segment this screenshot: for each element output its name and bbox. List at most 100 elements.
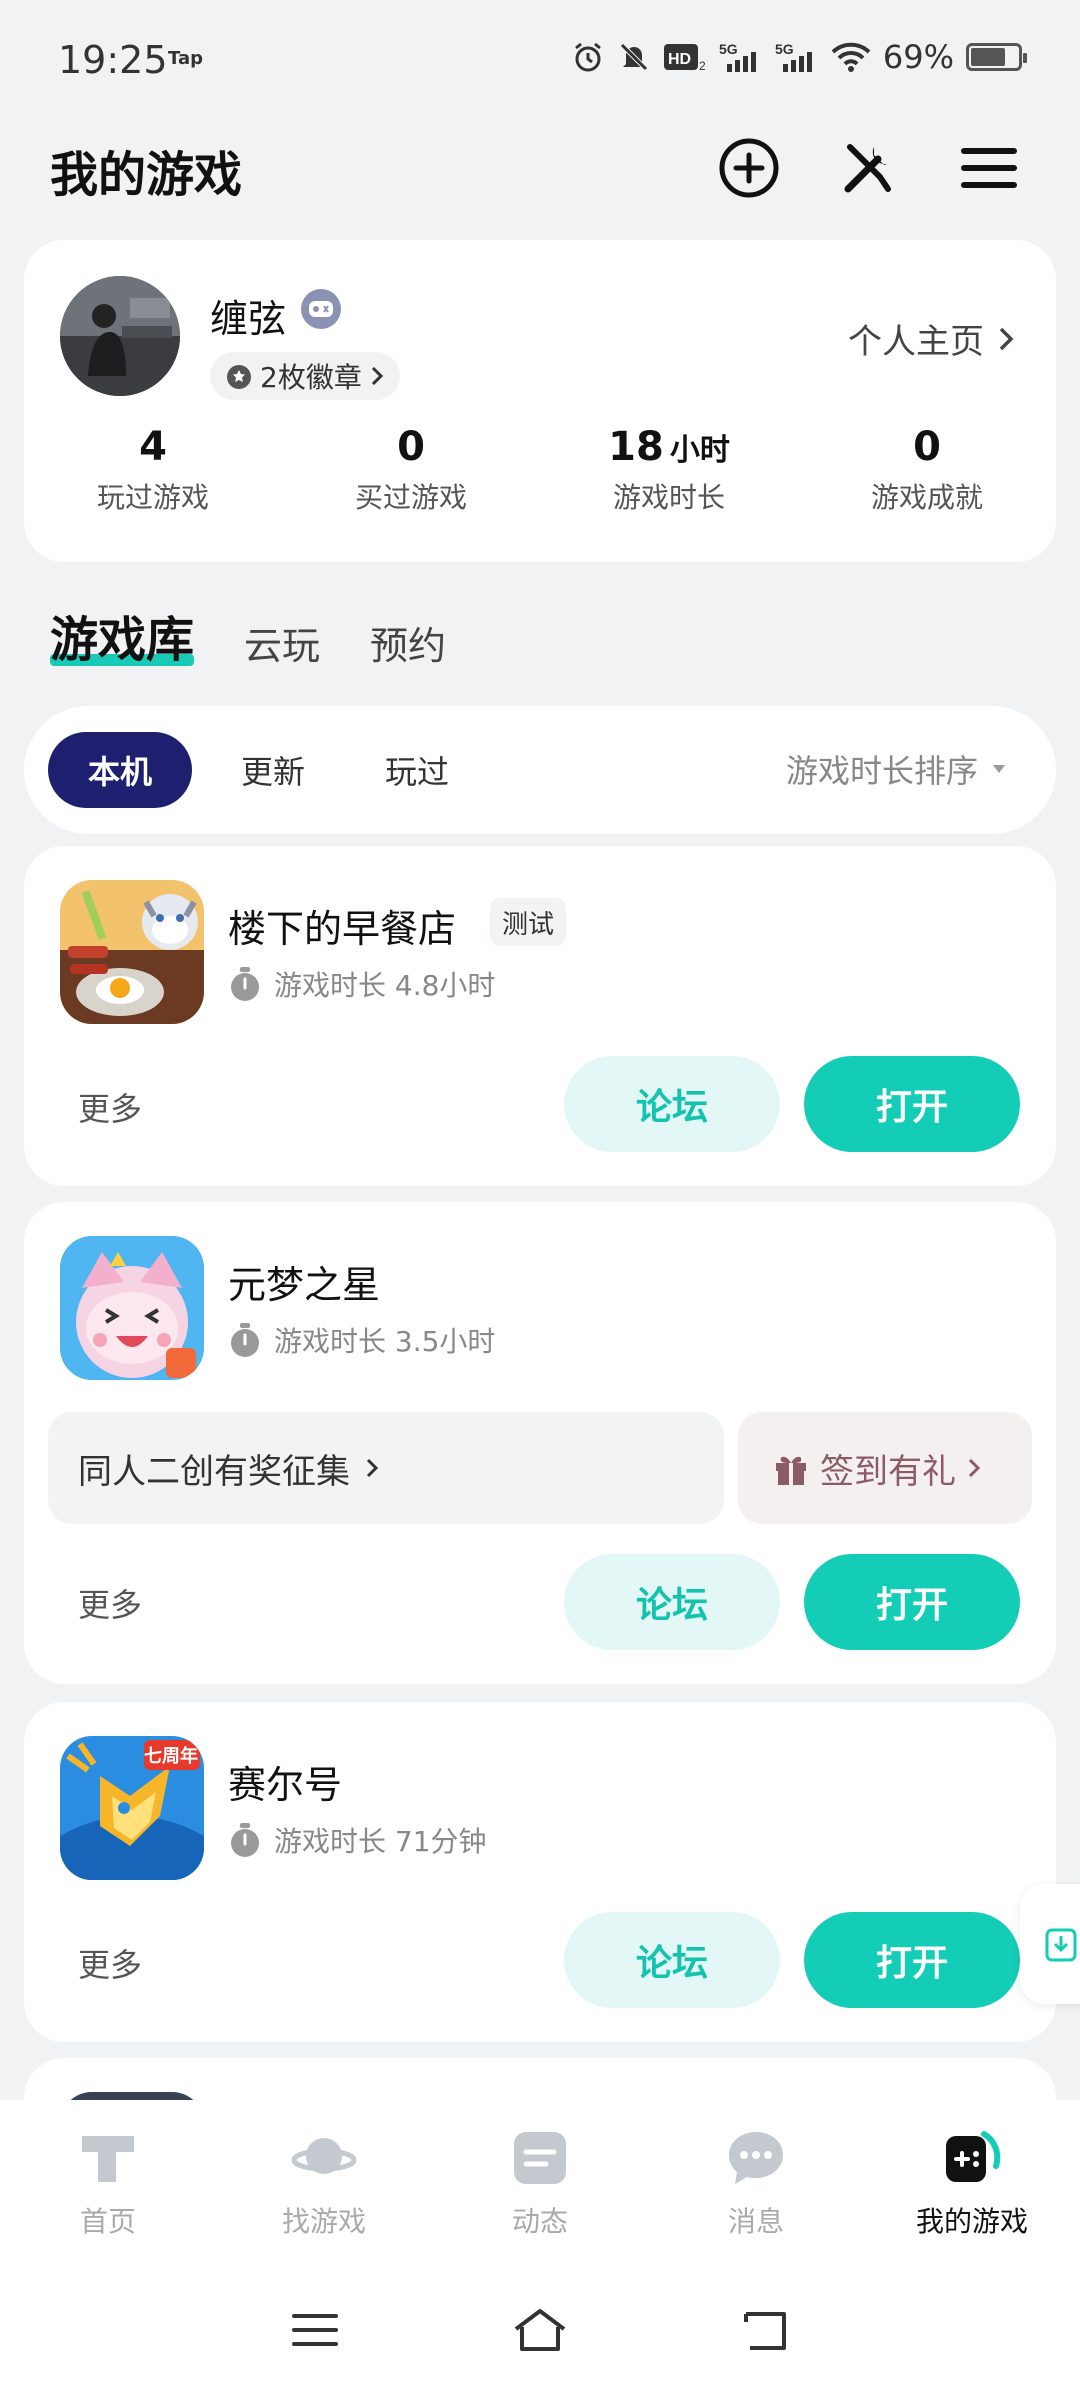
- stopwatch-icon: [231, 1823, 259, 1857]
- stat-value: 18: [608, 424, 664, 470]
- nav-find-games[interactable]: 找游戏: [216, 2126, 432, 2240]
- game-playtime: 游戏时长 4.8小时: [228, 964, 495, 1004]
- stat-label: 玩过游戏: [96, 481, 209, 514]
- svg-text:2: 2: [699, 59, 706, 73]
- signal-5g-icon: 5G: [775, 40, 819, 74]
- chevron-right-icon: [366, 1458, 379, 1478]
- status-bar: 19:25 Tap HD 2 5G 5G 69%: [0, 0, 1080, 110]
- svg-text:HD: HD: [668, 51, 691, 68]
- game-icon[interactable]: 七周年: [60, 1736, 204, 1880]
- nav-home[interactable]: 首页: [0, 2126, 216, 2240]
- system-navigation-bar: [0, 2290, 1080, 2370]
- check-in-gift-banner[interactable]: 签到有礼: [738, 1412, 1032, 1524]
- forum-button[interactable]: 论坛: [564, 1056, 780, 1152]
- stat-play-time[interactable]: 18 小时 游戏时长: [540, 424, 798, 516]
- section-tabs: 游戏库 云玩 预约: [50, 600, 446, 670]
- open-button[interactable]: 打开: [804, 1554, 1020, 1650]
- back-icon[interactable]: [740, 2308, 790, 2352]
- nav-feed[interactable]: 动态: [432, 2126, 648, 2240]
- tools-button[interactable]: [834, 133, 904, 203]
- stat-value: 4: [139, 424, 167, 470]
- stat-played-games[interactable]: 4 玩过游戏: [24, 424, 282, 516]
- tab-reservations[interactable]: 预约: [370, 615, 446, 670]
- stat-value: 0: [913, 424, 941, 470]
- stat-achievements[interactable]: 0 游戏成就: [798, 424, 1056, 516]
- battery-percent: 69%: [882, 38, 954, 76]
- stat-label: 游戏成就: [870, 481, 983, 514]
- gamepad-icon: [946, 2131, 1001, 2182]
- filter-chip-local[interactable]: 本机: [48, 732, 192, 808]
- gift-icon: [776, 1456, 806, 1485]
- stat-value: 0: [397, 424, 425, 470]
- filter-chip-updates[interactable]: 更新: [218, 732, 328, 808]
- page-title: 我的游戏: [50, 147, 243, 203]
- user-verified-icon: [300, 288, 342, 330]
- status-time: 19:25: [58, 38, 168, 82]
- menu-icon: [961, 148, 1017, 188]
- personal-homepage-link[interactable]: 个人主页: [848, 314, 1016, 363]
- tap-notification-icon: Tap: [168, 48, 203, 69]
- game-name[interactable]: 赛尔号: [228, 1754, 342, 1809]
- game-card: 楼下的早餐店 测试 游戏时长 4.8小时 更多 论坛 打开: [24, 846, 1056, 1186]
- game-icon[interactable]: [60, 880, 204, 1024]
- fan-creation-promo-banner[interactable]: 同人二创有奖征集: [48, 1412, 724, 1524]
- game-name[interactable]: 楼下的早餐店: [228, 898, 456, 953]
- open-button[interactable]: 打开: [804, 1912, 1020, 2008]
- forum-button[interactable]: 论坛: [564, 1554, 780, 1650]
- caret-down-icon: [993, 765, 1005, 773]
- status-icons: HD 2 5G 5G 69%: [571, 38, 1027, 76]
- promo-label: 同人二创有奖征集: [78, 1451, 350, 1492]
- more-button[interactable]: 更多: [78, 1940, 142, 1986]
- nav-label: 首页: [79, 2205, 136, 2238]
- mute-icon: [617, 40, 651, 74]
- stat-label: 买过游戏: [354, 481, 467, 514]
- nav-label: 找游戏: [281, 2205, 366, 2238]
- chevron-right-icon: [371, 366, 383, 386]
- profile-card: 缠弦 2枚徽章 个人主页 4 玩过游戏 0 买过游戏 18 小时 游戏时长 0 游…: [24, 240, 1056, 562]
- nav-my-games[interactable]: 我的游戏: [864, 2126, 1080, 2240]
- profile-stats: 4 玩过游戏 0 买过游戏 18 小时 游戏时长 0 游戏成就: [24, 424, 1056, 516]
- stat-bought-games[interactable]: 0 买过游戏: [282, 424, 540, 516]
- filter-chip-played[interactable]: 玩过: [362, 732, 472, 808]
- recent-apps-icon[interactable]: [290, 2310, 340, 2350]
- feed-icon: [514, 2132, 566, 2184]
- more-button[interactable]: 更多: [78, 1084, 142, 1130]
- sort-label: 游戏时长排序: [785, 752, 978, 790]
- game-icon[interactable]: [60, 1236, 204, 1380]
- more-button[interactable]: 更多: [78, 1580, 142, 1626]
- home-icon[interactable]: [510, 2307, 570, 2353]
- game-playtime: 游戏时长 71分钟: [228, 1820, 487, 1860]
- chevron-right-icon: [999, 327, 1014, 350]
- menu-button[interactable]: [954, 133, 1024, 203]
- nav-messages[interactable]: 消息: [648, 2126, 864, 2240]
- badge-count-button[interactable]: 2枚徽章: [210, 352, 400, 400]
- stopwatch-icon: [231, 1323, 259, 1357]
- download-manager-tab[interactable]: [1020, 1884, 1080, 2004]
- open-button[interactable]: 打开: [804, 1056, 1020, 1152]
- stopwatch-icon: [231, 967, 259, 1001]
- download-icon: [1045, 1928, 1077, 1962]
- stat-label: 游戏时长: [612, 481, 725, 514]
- chevron-right-icon: [968, 1458, 981, 1478]
- stat-unit: 小时: [669, 433, 730, 468]
- game-playtime: 游戏时长 3.5小时: [228, 1320, 495, 1360]
- playtime-label: 游戏时长 3.5小时: [274, 1325, 496, 1358]
- app-header: 我的游戏: [0, 115, 1080, 225]
- badge-count-label: 2枚徽章: [260, 361, 362, 394]
- tab-cloud-play[interactable]: 云玩: [244, 615, 320, 670]
- playtime-label: 游戏时长 71分钟: [274, 1825, 487, 1858]
- medal-icon: [227, 365, 251, 389]
- wifi-icon: [831, 40, 871, 74]
- add-game-button[interactable]: [714, 133, 784, 203]
- forum-button[interactable]: 论坛: [564, 1912, 780, 2008]
- sort-dropdown[interactable]: 游戏时长排序: [786, 746, 1008, 792]
- game-name[interactable]: 元梦之星: [228, 1254, 380, 1309]
- bottom-navigation: 首页 找游戏 动态 消息 我的游戏: [0, 2100, 1080, 2388]
- playtime-label: 游戏时长 4.8小时: [274, 969, 496, 1002]
- nav-label: 动态: [511, 2205, 568, 2238]
- planet-icon: [292, 2138, 356, 2174]
- personal-homepage-label: 个人主页: [848, 322, 984, 362]
- battery-icon: [966, 43, 1027, 71]
- tab-game-library[interactable]: 游戏库: [50, 600, 195, 670]
- avatar[interactable]: [60, 276, 180, 396]
